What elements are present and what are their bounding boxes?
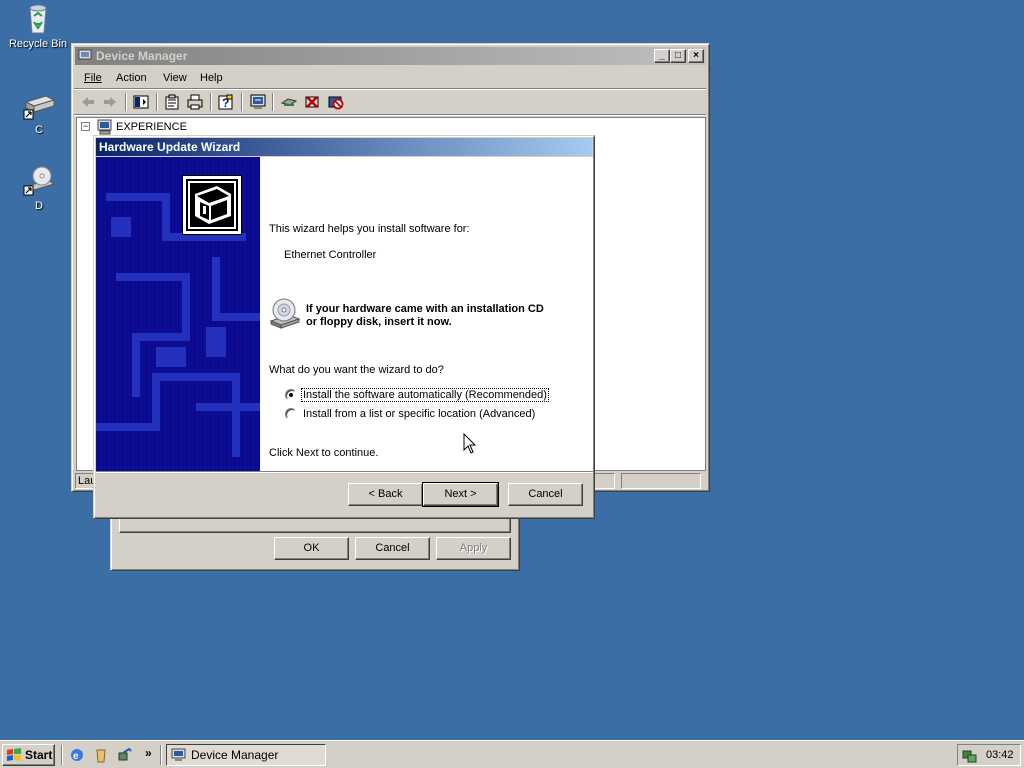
ie-icon[interactable]: e <box>69 747 85 763</box>
radio-install-auto[interactable]: Install the software automatically (Reco… <box>285 388 549 402</box>
tree-root-label[interactable]: EXPERIENCE <box>116 121 187 133</box>
menu-file[interactable]: File <box>84 72 102 84</box>
radio-button-selected[interactable] <box>285 389 297 401</box>
wizard-intro-text: This wizard helps you install software f… <box>269 223 470 235</box>
wizard-question: What do you want the wizard to do? <box>269 364 444 376</box>
cd-drive-icon <box>22 164 56 198</box>
desktop-icon-recycle-bin[interactable]: Recycle Bin <box>3 2 73 50</box>
computer-icon <box>171 748 186 761</box>
radio-button[interactable] <box>285 408 297 420</box>
svg-text:e: e <box>73 751 79 762</box>
taskbar-separator <box>61 745 63 765</box>
close-button[interactable]: × <box>688 49 704 63</box>
menu-view[interactable]: View <box>163 72 187 84</box>
taskbar: Start e » Device Manager 03:42 <box>0 740 1024 768</box>
menu-help[interactable]: Help <box>200 72 223 84</box>
desktop-icon-label: D <box>35 200 43 212</box>
cursor-icon <box>463 433 477 454</box>
scan-hardware-icon[interactable] <box>249 93 267 111</box>
menu-help-label: Help <box>200 72 223 84</box>
print-icon[interactable] <box>186 93 204 111</box>
forward-arrow-icon[interactable] <box>101 93 119 111</box>
cd-hint-line-1: If your hardware came with an installati… <box>306 303 544 315</box>
back-button[interactable]: < Back <box>348 483 423 506</box>
menu-file-label: File <box>84 72 102 84</box>
desktop-icon-c[interactable]: C <box>4 88 74 136</box>
quicklaunch-chevron[interactable]: » <box>145 746 152 760</box>
cd-disc-icon <box>269 297 301 332</box>
menu-action-label: Action <box>116 72 147 84</box>
taskbar-task-device-manager[interactable]: Device Manager <box>166 744 326 766</box>
windows-logo-icon <box>7 748 21 761</box>
device-manager-titlebar[interactable]: Device Manager _ □ × <box>75 47 706 65</box>
cd-hint-line-2: or floppy disk, insert it now. <box>306 316 452 328</box>
toolbar-divider <box>74 114 706 116</box>
computer-icon <box>78 49 92 62</box>
toolbar-separator <box>272 93 274 111</box>
wizard-button-divider <box>96 471 593 473</box>
taskbar-separator <box>160 745 162 765</box>
cancel-button[interactable]: Cancel <box>355 537 430 560</box>
tree-toggle[interactable]: − <box>81 122 90 131</box>
wizard-cancel-button[interactable]: Cancel <box>508 483 583 506</box>
task-label: Device Manager <box>191 748 279 762</box>
update-driver-icon[interactable] <box>280 93 298 111</box>
maximize-button[interactable]: □ <box>670 49 686 63</box>
clock[interactable]: 03:42 <box>986 749 1014 761</box>
menu-view-label: View <box>163 72 187 84</box>
menu-action[interactable]: Action <box>116 72 147 84</box>
device-name: Ethernet Controller <box>284 249 377 261</box>
toolbar-separator <box>210 93 212 111</box>
next-button[interactable]: Next > <box>422 482 499 507</box>
menubar-divider <box>74 88 706 90</box>
desktop-icon-d[interactable]: D <box>4 164 74 212</box>
system-tray: 03:42 <box>957 744 1021 766</box>
desktop-icon-label: C <box>35 124 43 136</box>
apply-button: Apply <box>436 537 511 560</box>
start-label: Start <box>25 748 53 762</box>
properties-icon[interactable] <box>163 93 181 111</box>
recycle-bin-icon <box>21 2 55 36</box>
hardware-icon <box>182 175 242 235</box>
disable-device-icon[interactable] <box>326 93 344 111</box>
uninstall-icon[interactable] <box>303 93 321 111</box>
desktop-icon-label: Recycle Bin <box>8 38 68 50</box>
start-button[interactable]: Start <box>2 744 55 766</box>
window-title: Device Manager <box>96 49 188 63</box>
recycle-icon[interactable] <box>93 747 109 763</box>
computer-icon <box>97 119 112 135</box>
radio-label-auto[interactable]: Install the software automatically (Reco… <box>301 388 549 402</box>
wizard-footer-text: Click Next to continue. <box>269 447 379 459</box>
wizard-title: Hardware Update Wizard <box>99 140 241 154</box>
radio-install-list[interactable]: Install from a list or specific location… <box>285 408 536 420</box>
toolbar-separator <box>241 93 243 111</box>
wizard-titlebar[interactable]: Hardware Update Wizard <box>96 138 592 156</box>
status-panel <box>621 473 701 489</box>
ok-button[interactable]: OK <box>274 537 349 560</box>
minimize-button[interactable]: _ <box>654 49 670 63</box>
radio-label-list[interactable]: Install from a list or specific location… <box>302 408 536 420</box>
help-icon[interactable]: ? <box>217 93 235 111</box>
toolbar-separator <box>156 93 158 111</box>
network-tray-icon[interactable] <box>962 747 978 763</box>
back-arrow-icon[interactable] <box>79 93 97 111</box>
toolbar-separator <box>125 93 127 111</box>
network-icon[interactable] <box>117 747 133 763</box>
drive-c-icon <box>22 88 56 122</box>
show-hide-tree-icon[interactable] <box>132 93 150 111</box>
